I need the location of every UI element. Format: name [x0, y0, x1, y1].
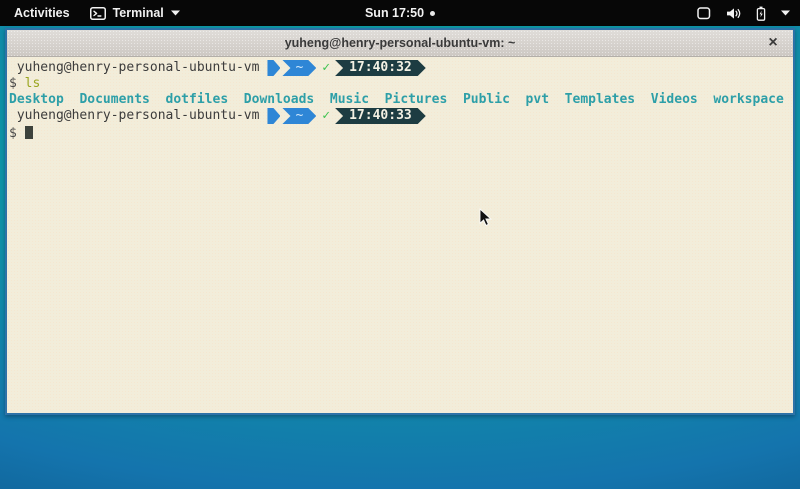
prompt-symbol: $: [9, 76, 17, 91]
top-bar-left: Activities Terminal: [0, 6, 180, 20]
prompt-time: 17:40:32: [349, 60, 412, 75]
terminal-content[interactable]: yuheng@henry-personal-ubuntu-vm ~ ✓ 17:40:3…: [7, 57, 793, 412]
directory-entry: Documents: [79, 92, 149, 107]
top-bar: Activities Terminal Sun 17:50: [0, 0, 800, 26]
command-text: ls: [25, 76, 41, 91]
check-icon: ✓: [322, 60, 330, 75]
prompt-time-segment: 17:40:32: [335, 60, 426, 76]
prompt-symbol: $: [9, 126, 17, 141]
prompt-cwd: ~: [295, 60, 303, 75]
prompt-cwd-segment: ~: [282, 108, 316, 124]
prompt-line-2: yuheng@henry-personal-ubuntu-vm ~ ✓ 17:40:3…: [9, 108, 791, 124]
prompt-line-1: yuheng@henry-personal-ubuntu-vm ~ ✓ 17:40:3…: [9, 60, 791, 76]
directory-entry: Templates: [565, 92, 635, 107]
desktop: Activities Terminal Sun 17:50: [0, 0, 800, 489]
directory-entry: Public: [463, 92, 510, 107]
directory-entry: Videos: [651, 92, 698, 107]
volume-icon: [726, 7, 741, 20]
close-icon: ×: [768, 35, 777, 51]
window-titlebar[interactable]: yuheng@henry-personal-ubuntu-vm: ~ ×: [7, 30, 793, 57]
prompt-cwd: ~: [295, 108, 303, 123]
directory-entry: workspace: [713, 92, 783, 107]
directory-entry: Desktop: [9, 92, 64, 107]
activities-button[interactable]: Activities: [14, 6, 70, 20]
prompt-user: yuheng@henry-personal-ubuntu-vm: [17, 108, 260, 123]
directory-entry: Pictures: [385, 92, 448, 107]
close-button[interactable]: ×: [762, 30, 784, 56]
clock-button[interactable]: Sun 17:50: [365, 6, 435, 20]
directory-entry: dotfiles: [166, 92, 229, 107]
directory-entry: Music: [330, 92, 369, 107]
prompt-time-segment: 17:40:33: [335, 108, 426, 124]
prompt-cwd-segment: ~: [282, 60, 316, 76]
app-menu-button[interactable]: Terminal: [90, 6, 180, 20]
terminal-icon: [90, 7, 106, 20]
prompt-time: 17:40:33: [349, 108, 412, 123]
check-icon: ✓: [322, 108, 330, 123]
ls-output-line: Desktop Documents dotfiles Downloads Music Pi…: [9, 92, 791, 108]
prompt-user: yuheng@henry-personal-ubuntu-vm: [17, 60, 260, 75]
text-cursor: [25, 126, 33, 139]
chevron-down-icon: [171, 10, 180, 16]
notification-dot-icon: [430, 11, 435, 16]
powerline-arrow-icon: [267, 60, 280, 76]
battery-charging-icon: [756, 6, 766, 21]
directory-entry: Downloads: [244, 92, 314, 107]
input-line[interactable]: $: [9, 124, 791, 140]
app-menu-label: Terminal: [113, 6, 164, 20]
command-line: $ ls: [9, 76, 791, 92]
powerline-arrow-icon: [267, 108, 280, 124]
chevron-down-icon: [781, 10, 790, 16]
display-icon: [697, 7, 711, 20]
clock-label: Sun 17:50: [365, 6, 424, 20]
window-title: yuheng@henry-personal-ubuntu-vm: ~: [285, 36, 516, 50]
system-status-area[interactable]: [697, 0, 790, 26]
directory-entry: pvt: [526, 92, 549, 107]
terminal-window: yuheng@henry-personal-ubuntu-vm: ~ × yuh…: [5, 28, 795, 415]
